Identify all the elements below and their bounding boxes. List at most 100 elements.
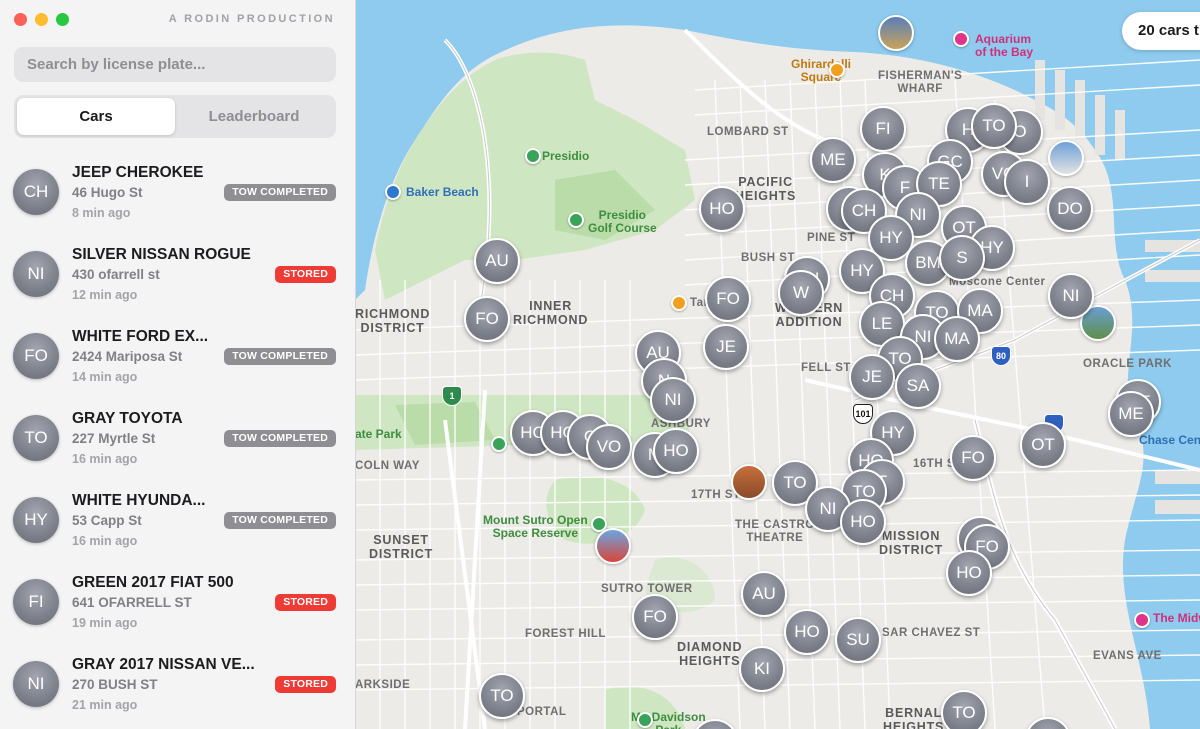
car-time: 16 min ago: [72, 534, 138, 548]
map-label: SUTRO TOWER: [601, 583, 693, 595]
car-time: 21 min ago: [72, 698, 138, 712]
map-label: COLN WAY: [355, 460, 420, 472]
status-badge: TOW COMPLETED: [224, 430, 336, 447]
car-address: 46 Hugo St: [72, 185, 143, 200]
status-badge: TOW COMPLETED: [224, 184, 336, 201]
car-list-item[interactable]: NI GRAY 2017 NISSAN VE... 270 BUSH ST 21…: [0, 642, 355, 724]
car-address: 53 Capp St: [72, 513, 142, 528]
car-list-item[interactable]: FI GREEN 2017 FIAT 500 641 OFARRELL ST 1…: [0, 560, 355, 642]
tab-cars[interactable]: Cars: [17, 98, 175, 135]
car-map-marker[interactable]: TO: [941, 690, 987, 729]
status-badge: STORED: [275, 676, 336, 693]
car-map-marker[interactable]: DO: [1047, 186, 1093, 232]
car-map-marker[interactable]: JE: [703, 324, 749, 370]
map-label: PORTAL: [517, 706, 567, 718]
car-map-marker[interactable]: HO: [784, 609, 830, 655]
map-view[interactable]: Aquarium of the Bay Ghirardelli Square FIS…: [355, 0, 1200, 729]
car-avatar: TO: [13, 415, 59, 461]
car-map-marker[interactable]: FO: [950, 435, 996, 481]
map-label: SUNSET DISTRICT: [369, 533, 434, 561]
map-label: ORACLE PARK: [1083, 358, 1172, 370]
map-label: Mount Sutro Open Space Reserve: [483, 513, 588, 541]
aquarium-pin-icon: [953, 31, 969, 47]
car-name: GRAY TOYOTA: [72, 410, 183, 427]
fishermans-wharf-icon[interactable]: [878, 15, 914, 51]
highway-1-shield-icon: 1: [442, 386, 462, 406]
car-map-marker[interactable]: HO: [699, 186, 745, 232]
car-map-marker[interactable]: MA: [934, 316, 980, 362]
beach-pin-icon: [385, 184, 401, 200]
car-map-marker[interactable]: AU: [741, 571, 787, 617]
tab-leaderboard[interactable]: Leaderboard: [175, 98, 333, 135]
car-list-item[interactable]: CH JEEP CHEROKEE 46 Hugo St 8 min ago TO…: [0, 150, 355, 232]
car-time: 16 min ago: [72, 452, 138, 466]
car-map-marker[interactable]: KI: [739, 646, 785, 692]
car-map-marker[interactable]: ME: [810, 137, 856, 183]
car-address: 2424 Mariposa St: [72, 349, 183, 364]
car-map-marker[interactable]: FO: [632, 594, 678, 640]
map-label: PACIFIC HEIGHTS: [735, 175, 797, 203]
car-map-marker[interactable]: TO: [479, 673, 525, 719]
car-map-marker[interactable]: ME: [1108, 391, 1154, 437]
car-avatar: CH: [13, 169, 59, 215]
car-address: 641 OFARRELL ST: [72, 595, 192, 610]
car-map-marker[interactable]: VO: [586, 424, 632, 470]
app-window: A RODIN PRODUCTION Cars Leaderboard CH J…: [0, 0, 1200, 729]
car-map-marker[interactable]: W: [778, 270, 824, 316]
map-label: The Midw: [1153, 611, 1200, 625]
car-avatar: FO: [13, 333, 59, 379]
car-map-marker[interactable]: FI: [860, 106, 906, 152]
car-name: JEEP CHEROKEE: [72, 164, 204, 181]
car-name: WHITE HYUNDA...: [72, 492, 206, 509]
car-name: SILVER NISSAN ROGUE: [72, 246, 251, 263]
car-map-marker[interactable]: I: [1004, 159, 1050, 205]
car-map-marker[interactable]: JE: [849, 354, 895, 400]
car-time: 8 min ago: [72, 206, 131, 220]
castro-theatre-icon[interactable]: [731, 464, 767, 500]
car-map-marker[interactable]: SA: [895, 363, 941, 409]
close-window-button[interactable]: [14, 13, 27, 26]
car-list-item[interactable]: TO GRAY TOYOTA 227 Myrtle St 16 min ago …: [0, 396, 355, 478]
car-map-marker[interactable]: SU: [835, 617, 881, 663]
map-label: Presidio Golf Course: [588, 208, 657, 236]
car-map-marker[interactable]: HO: [946, 550, 992, 596]
venue-pin-icon: [1134, 612, 1150, 628]
car-map-marker[interactable]: TO: [971, 103, 1017, 149]
status-badge: TOW COMPLETED: [224, 348, 336, 365]
car-list-item[interactable]: FO WHITE FORD EX... 2424 Mariposa St 14 …: [0, 314, 355, 396]
park-pin-icon: [491, 436, 507, 452]
car-map-marker[interactable]: HO: [840, 499, 886, 545]
car-map-marker[interactable]: OT: [1020, 422, 1066, 468]
window-controls: [14, 13, 69, 26]
map-label: RICHMOND DISTRICT: [355, 307, 431, 335]
ferry-building-icon[interactable]: [1048, 140, 1084, 176]
map-base: [355, 0, 1200, 729]
car-map-marker[interactable]: FO: [705, 276, 751, 322]
car-map-marker[interactable]: AU: [474, 238, 520, 284]
car-list-item[interactable]: HY WHITE HYUNDA... 53 Capp St 16 min ago…: [0, 478, 355, 560]
shopping-pin-icon: [829, 62, 845, 78]
car-address: 270 BUSH ST: [72, 677, 158, 692]
car-list-item[interactable]: NI SILVER NISSAN ROGUE 430 ofarrell st 1…: [0, 232, 355, 314]
map-label: PINE ST: [807, 232, 856, 244]
highway-101-shield-icon: 101: [853, 404, 873, 424]
car-map-marker[interactable]: NI: [650, 377, 696, 423]
search-input[interactable]: [14, 47, 336, 82]
brand-label: A RODIN PRODUCTION: [168, 13, 335, 25]
map-label: SAR CHAVEZ ST: [882, 627, 981, 639]
car-map-marker[interactable]: FO: [464, 296, 510, 342]
car-avatar: NI: [13, 661, 59, 707]
minimize-window-button[interactable]: [35, 13, 48, 26]
car-map-marker[interactable]: S: [939, 235, 985, 281]
car-address: 227 Myrtle St: [72, 431, 156, 446]
car-name: WHITE FORD EX...: [72, 328, 209, 345]
sutro-tower-icon[interactable]: [595, 528, 631, 564]
car-avatar: FI: [13, 579, 59, 625]
map-label: LOMBARD ST: [707, 126, 789, 138]
map-label: ate Park: [355, 427, 402, 441]
car-map-marker[interactable]: NI: [1048, 273, 1094, 319]
car-map-marker[interactable]: HO: [653, 428, 699, 474]
car-avatar: NI: [13, 251, 59, 297]
zoom-window-button[interactable]: [56, 13, 69, 26]
map-label: THE CASTRO THEATRE: [735, 519, 815, 544]
